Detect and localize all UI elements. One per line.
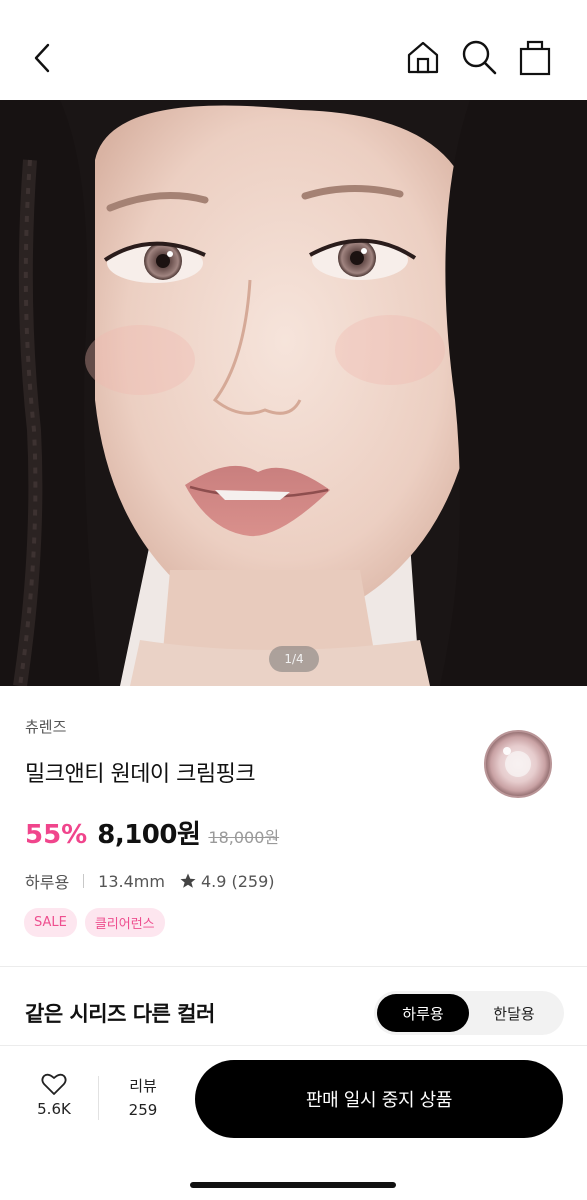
price-row: 55% 8,100원 18,000원 (25, 814, 279, 854)
section-divider (0, 966, 587, 967)
review-label: 리뷰 (129, 1077, 157, 1095)
shopping-bag-icon (519, 40, 551, 76)
usage-period: 하루용 (25, 873, 70, 892)
product-tags: SALE 클리어런스 (24, 908, 165, 937)
toggle-monthly[interactable]: 한달용 (468, 994, 560, 1032)
product-name: 밀크앤티 원데이 크림핑크 (25, 762, 256, 787)
like-count: 5.6K (37, 1100, 71, 1118)
search-button[interactable] (456, 34, 502, 80)
product-image-carousel[interactable] (0, 100, 587, 686)
search-icon (462, 40, 497, 75)
product-detail-page: 1/4 츄렌즈 밀크앤티 원데이 크림핑크 55% 8,100원 18,000원… (0, 0, 587, 1200)
chevron-left-icon (34, 43, 50, 73)
discount-rate: 55% (25, 820, 88, 850)
toggle-daily[interactable]: 하루용 (377, 994, 469, 1032)
home-icon (407, 41, 439, 74)
model-portrait-image (0, 100, 587, 686)
period-toggle: 하루용 한달용 (374, 991, 564, 1035)
rating-summary[interactable]: 4.9 (259) (201, 872, 275, 891)
bottom-divider (98, 1076, 99, 1120)
cart-button[interactable] (512, 34, 558, 80)
home-indicator (190, 1182, 396, 1188)
sale-paused-button[interactable]: 판매 일시 중지 상품 (195, 1060, 563, 1138)
top-navigation-bar (0, 0, 587, 100)
like-button[interactable]: 5.6K (24, 1072, 84, 1132)
back-button[interactable] (22, 38, 62, 78)
brand-name[interactable]: 츄렌즈 (25, 716, 66, 737)
tag-clearance: 클리어런스 (84, 908, 165, 937)
review-count: 259 (128, 1101, 158, 1119)
tag-sale: SALE (24, 908, 77, 937)
image-pager-indicator: 1/4 (269, 646, 319, 672)
sale-price: 8,100원 (97, 820, 201, 850)
meta-divider (83, 874, 85, 888)
lens-color-thumbnail (484, 730, 552, 798)
review-button[interactable]: 리뷰 259 (110, 1074, 176, 1122)
heart-icon (41, 1073, 67, 1095)
original-price: 18,000원 (208, 828, 280, 847)
lens-diameter: 13.4mm (98, 871, 165, 891)
product-meta-row: 하루용 13.4mm 4.9 (259) (25, 870, 275, 893)
home-button[interactable] (400, 34, 446, 80)
star-icon (179, 872, 197, 890)
same-series-title: 같은 시리즈 다른 컬러 (25, 1002, 215, 1026)
bottom-action-bar: 5.6K 리뷰 259 판매 일시 중지 상품 (0, 1045, 587, 1200)
